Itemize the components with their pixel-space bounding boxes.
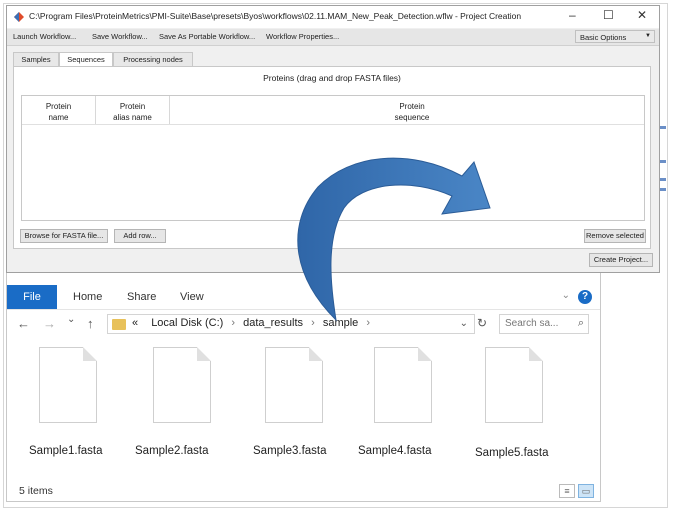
file-name: Sample4.fasta	[358, 445, 432, 457]
window-title: C:\Program Files\ProteinMetrics\PMI-Suit…	[29, 11, 522, 21]
tab-processing-nodes[interactable]: Processing nodes	[113, 52, 193, 67]
file-item[interactable]: Sample3.fasta	[241, 347, 331, 457]
explorer-ribbon: File Home Share View ⌄ ?	[7, 285, 600, 310]
background-window-edge	[658, 120, 668, 220]
search-input[interactable]: Search sa... ⌕	[499, 314, 589, 334]
column-header-protein-alias[interactable]: Protein alias name	[96, 96, 170, 124]
file-item[interactable]: Sample1.fasta	[15, 347, 105, 457]
search-placeholder: Search sa...	[505, 318, 559, 329]
menu-launch-workflow[interactable]: Launch Workflow...	[13, 32, 76, 41]
options-select-value: Basic Options	[580, 33, 627, 42]
column-header-line: name	[48, 113, 69, 122]
file-icon	[485, 347, 543, 423]
tab-sequences[interactable]: Sequences	[59, 52, 113, 67]
browse-fasta-button[interactable]: Browse for FASTA file...	[20, 229, 108, 243]
column-header-line: Protein	[399, 102, 425, 111]
breadcrumb-data-results[interactable]: data_results	[243, 317, 303, 329]
breadcrumb-overflow[interactable]: «	[132, 317, 138, 329]
column-header-protein-name[interactable]: Protein name	[22, 96, 96, 124]
table-divider	[22, 124, 644, 125]
help-icon[interactable]: ?	[578, 290, 592, 304]
column-header-line: Protein	[119, 102, 146, 111]
file-icon	[153, 347, 211, 423]
app-icon	[14, 12, 24, 22]
dropdown-arrow-icon: ▼	[645, 33, 651, 39]
address-row: ← → ⌄ ↑ « Local Disk (C:) › data_results…	[7, 311, 600, 339]
tab-samples[interactable]: Samples	[13, 52, 59, 67]
address-dropdown-icon[interactable]: ⌄	[460, 318, 468, 329]
maximize-icon[interactable]: ☐	[603, 8, 614, 22]
breadcrumb-sample[interactable]: sample	[323, 317, 358, 329]
column-header-protein-sequence[interactable]: Protein sequence	[170, 96, 654, 124]
add-row-button[interactable]: Add row...	[114, 229, 166, 243]
column-header-line: Protein	[45, 102, 72, 111]
file-icon	[265, 347, 323, 423]
ribbon-tab-file[interactable]: File	[7, 285, 57, 309]
search-icon[interactable]: ⌕	[578, 317, 584, 330]
menu-workflow-properties[interactable]: Workflow Properties...	[266, 32, 339, 41]
status-item-count: 5 items	[19, 485, 53, 497]
sequences-panel: Proteins (drag and drop FASTA files) Pro…	[13, 66, 651, 249]
options-select[interactable]: Basic Options ▼	[575, 30, 655, 43]
file-item[interactable]: Sample5.fasta	[461, 347, 551, 459]
up-icon[interactable]: ↑	[87, 316, 94, 331]
back-icon[interactable]: ←	[17, 316, 30, 331]
file-item[interactable]: Sample4.fasta	[350, 347, 440, 457]
breadcrumb-local-disk[interactable]: Local Disk (C:)	[151, 317, 223, 329]
file-name: Sample5.fasta	[475, 447, 549, 459]
proteins-drop-heading: Proteins (drag and drop FASTA files)	[263, 73, 401, 83]
recent-locations-icon[interactable]: ⌄	[67, 314, 75, 325]
file-item[interactable]: Sample2.fasta	[129, 347, 219, 457]
file-explorer-window: File Home Share View ⌄ ? ← → ⌄ ↑ « Local…	[6, 262, 601, 502]
project-creation-window: C:\Program Files\ProteinMetrics\PMI-Suit…	[6, 5, 660, 273]
file-list: Sample1.fasta Sample2.fasta Sample3.fast…	[7, 347, 600, 459]
menu-save-workflow[interactable]: Save Workflow...	[92, 32, 148, 41]
ribbon-tab-view[interactable]: View	[180, 285, 204, 309]
ribbon-expand-icon[interactable]: ⌄	[562, 290, 570, 301]
forward-icon[interactable]: →	[43, 316, 56, 331]
file-icon	[374, 347, 432, 423]
view-toggle: ≡ ▭	[556, 481, 594, 499]
column-header-line: sequence	[394, 113, 430, 122]
title-bar: C:\Program Files\ProteinMetrics\PMI-Suit…	[7, 6, 659, 28]
column-header-line: alias name	[113, 113, 152, 122]
refresh-icon[interactable]: ↻	[477, 316, 487, 330]
address-bar[interactable]: « Local Disk (C:) › data_results › sampl…	[107, 314, 475, 334]
file-name: Sample1.fasta	[29, 445, 103, 457]
remove-selected-button[interactable]: Remove selected	[584, 229, 646, 243]
file-name: Sample3.fasta	[253, 445, 327, 457]
ribbon-tab-share[interactable]: Share	[127, 285, 156, 309]
large-icons-view-icon[interactable]: ▭	[578, 484, 594, 498]
menu-save-portable-workflow[interactable]: Save As Portable Workflow...	[159, 32, 255, 41]
menu-bar: Launch Workflow... Save Workflow... Save…	[7, 29, 659, 46]
breadcrumb: « Local Disk (C:) › data_results › sampl…	[132, 317, 371, 329]
create-project-button[interactable]: Create Project...	[589, 253, 653, 267]
protein-table[interactable]: Protein name Protein alias name Protein …	[21, 95, 645, 221]
minimize-icon[interactable]: –	[569, 8, 576, 22]
close-icon[interactable]: ✕	[637, 8, 647, 22]
file-icon	[39, 347, 97, 423]
folder-icon	[112, 319, 126, 330]
file-name: Sample2.fasta	[135, 445, 209, 457]
details-view-icon[interactable]: ≡	[559, 484, 575, 498]
ribbon-tab-home[interactable]: Home	[73, 285, 102, 309]
